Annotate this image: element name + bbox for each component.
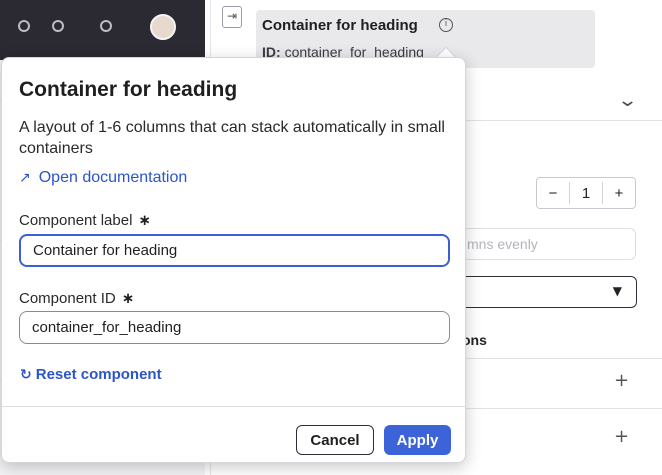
reset-component-label: Reset component [35,366,162,383]
info-icon[interactable]: i [439,18,453,32]
component-id-label: Component ID ∗ [19,289,134,307]
chevron-down-icon[interactable]: ⌄ [617,90,638,111]
canvas-toolbar [0,0,205,60]
external-link-icon: ↗ [19,170,31,186]
cancel-button[interactable]: Cancel [296,425,374,455]
popover-description: A layout of 1-6 columns that can stack a… [19,119,445,157]
canvas-control-icon[interactable] [100,20,112,32]
component-label-input[interactable] [19,234,450,267]
field-label-text: Component ID [19,290,116,307]
component-settings-popover: Container for heading A layout of 1-6 co… [1,57,466,463]
divider [2,406,465,407]
add-icon[interactable]: + [614,370,629,391]
popover-title: Container for heading [19,78,238,101]
reset-component-link[interactable]: ↻ Reset component [20,366,162,383]
dropdown-arrow-icon: ▼ [612,284,622,298]
open-documentation-label: Open documentation [38,169,188,186]
add-icon[interactable]: + [614,426,629,447]
open-documentation-link[interactable]: ↗ Open documentation [19,169,187,187]
collapse-panel-icon[interactable]: ⇥ [222,6,242,28]
component-label-label: Component label ∗ [19,211,151,229]
component-id-input[interactable] [19,311,450,344]
columns-stepper[interactable]: − 1 + [536,177,636,209]
apply-button[interactable]: Apply [384,425,451,455]
editor-screen: ⇥ Container for heading i ID: container_… [0,0,662,475]
required-icon: ∗ [138,211,151,229]
reset-icon: ↻ [20,366,32,383]
canvas-control-icon[interactable] [52,20,64,32]
layout-select[interactable]: ▼ [460,276,637,308]
header-title: Container for heading [262,17,418,34]
field-label-text: Component label [19,212,133,229]
increment-button[interactable]: + [603,185,635,202]
divider [460,408,662,409]
divider [460,358,662,359]
divider [460,120,662,121]
stepper-value: 1 [581,184,591,202]
avatar[interactable] [150,14,176,40]
required-icon: ∗ [121,289,135,307]
canvas-control-icon[interactable] [18,20,30,32]
distribute-columns-option[interactable]: mns evenly [460,228,636,260]
decrement-button[interactable]: − [537,185,569,202]
